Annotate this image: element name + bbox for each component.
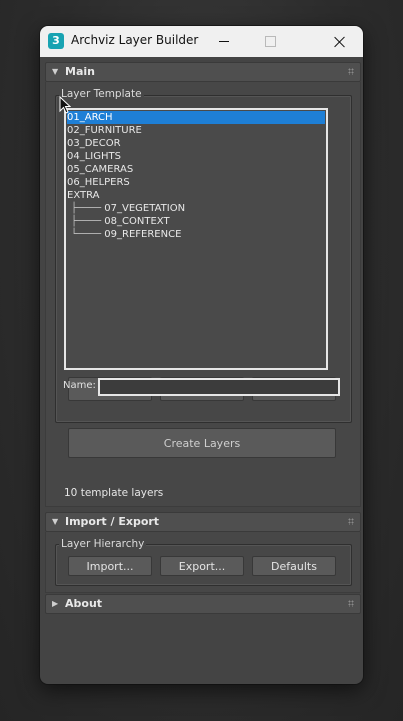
defaults-button[interactable]: Defaults — [252, 556, 336, 576]
drag-grip-icon[interactable] — [348, 68, 354, 75]
rollout-header-about[interactable]: ▶ About — [45, 594, 361, 614]
close-icon — [334, 36, 346, 48]
layer-template-group-label: Layer Template — [59, 88, 144, 100]
list-item[interactable]: └──── 09_REFERENCE — [71, 228, 181, 241]
list-item[interactable]: 04_LIGHTS — [67, 150, 121, 163]
list-item[interactable]: ├──── 08_CONTEXT — [71, 215, 170, 228]
expanded-arrow-icon: ▼ — [52, 517, 59, 526]
rollout-title-import-export: Import / Export — [65, 515, 160, 528]
status-text: 10 template layers — [64, 487, 164, 499]
minimize-button[interactable] — [201, 26, 247, 57]
create-layers-button[interactable]: Create Layers — [68, 428, 336, 458]
expanded-arrow-icon: ▼ — [52, 67, 59, 76]
minimize-icon — [219, 41, 229, 42]
mouse-pointer-icon — [59, 96, 71, 114]
layer-hierarchy-group-label: Layer Hierarchy — [59, 538, 147, 550]
export-button[interactable]: Export... — [160, 556, 244, 576]
rollout-title-main: Main — [65, 65, 95, 78]
maximize-button — [247, 26, 293, 57]
app-icon: 3 — [48, 33, 64, 49]
rollout-title-about: About — [65, 597, 103, 610]
name-field[interactable] — [98, 378, 340, 396]
list-item[interactable]: EXTRA — [67, 189, 100, 202]
list-item[interactable]: 03_DECOR — [67, 137, 121, 150]
maximize-icon — [264, 36, 276, 47]
rollout-header-main[interactable]: ▼ Main — [45, 62, 361, 82]
tree-branch-icon: ├──── — [71, 203, 102, 214]
drag-grip-icon[interactable] — [348, 600, 354, 607]
tree-branch-icon: └──── — [71, 229, 102, 240]
window-title: Archviz Layer Builder — [71, 33, 199, 47]
rollout-body-import-export: Layer Hierarchy Import... Export... Defa… — [45, 532, 361, 593]
title-bar[interactable]: 3 Archviz Layer Builder — [40, 26, 363, 57]
collapsed-arrow-icon: ▶ — [52, 599, 59, 608]
list-item[interactable]: 02_FURNITURE — [67, 124, 142, 137]
list-item[interactable]: ├──── 07_VEGETATION — [71, 202, 185, 215]
name-label: Name: — [63, 380, 96, 391]
layer-builder-window: 3 Archviz Layer Builder ▼ Main Layer Tem… — [40, 26, 363, 684]
list-item[interactable]: 05_CAMERAS — [67, 163, 133, 176]
drag-grip-icon[interactable] — [348, 518, 354, 525]
list-item[interactable]: 01_ARCH — [67, 111, 325, 124]
layer-template-list[interactable]: 01_ARCH 02_FURNITURE 03_DECOR 04_LIGHTS … — [64, 108, 328, 370]
close-button[interactable] — [317, 26, 363, 57]
list-item[interactable]: 06_HELPERS — [67, 176, 130, 189]
rollout-header-import-export[interactable]: ▼ Import / Export — [45, 512, 361, 532]
tree-branch-icon: ├──── — [71, 216, 102, 227]
import-button[interactable]: Import... — [68, 556, 152, 576]
